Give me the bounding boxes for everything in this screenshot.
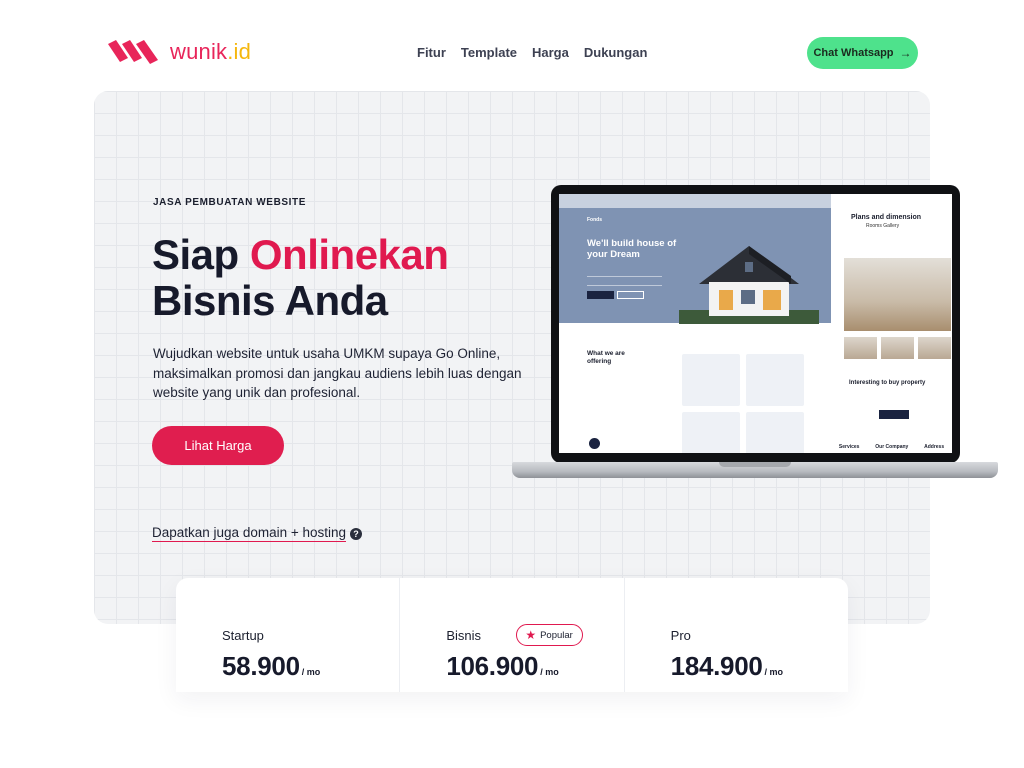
arrow-right-icon: → bbox=[899, 46, 912, 60]
mock-card bbox=[682, 412, 740, 453]
main-nav: Fitur Template Harga Dukungan bbox=[417, 45, 647, 60]
plan-name: Startup bbox=[222, 628, 264, 643]
mock-offer-title: What we are offering bbox=[587, 350, 625, 365]
headline-line2: Bisnis Anda bbox=[152, 277, 388, 324]
mock-thumb bbox=[918, 337, 951, 359]
mock-feature-cards bbox=[682, 354, 804, 453]
mock-interest-button bbox=[879, 410, 909, 419]
mock-headline: We'll build house of your Dream bbox=[587, 238, 677, 260]
plan-price: 106.900/ mo bbox=[446, 651, 558, 682]
hero-kicker: JASA PEMBUATAN WEBSITE bbox=[153, 197, 307, 208]
star-icon: ★ bbox=[525, 628, 537, 642]
plan-name: Bisnis bbox=[446, 628, 482, 643]
wunik-logo-icon bbox=[108, 40, 158, 64]
mock-footer-address: Address bbox=[924, 444, 945, 450]
brand-logo[interactable]: wunik.id bbox=[106, 38, 251, 66]
domain-hosting-link[interactable]: Dapatkan juga domain + hosting ? bbox=[152, 525, 363, 542]
brand-tld: .id bbox=[227, 39, 252, 64]
mock-plans-title: Plans and dimension bbox=[851, 214, 922, 221]
plan-price-value: 106.900 bbox=[446, 651, 539, 681]
mock-logo: Fonds bbox=[587, 217, 602, 223]
headline-part1: Siap bbox=[152, 231, 250, 278]
question-icon[interactable]: ? bbox=[350, 527, 363, 540]
plan-price-period: / mo bbox=[540, 667, 559, 677]
lihat-harga-button[interactable]: Lihat Harga bbox=[152, 426, 284, 465]
plan-price-value: 184.900 bbox=[670, 651, 763, 681]
mock-room-photo bbox=[844, 258, 951, 331]
mock-footer-services: Services bbox=[838, 444, 860, 450]
mock-card bbox=[746, 412, 804, 453]
mock-button-secondary bbox=[617, 291, 644, 299]
hero-headline: Siap Onlinekan Bisnis Anda bbox=[152, 231, 449, 324]
popular-badge-label: Popular bbox=[540, 629, 573, 641]
nav-dukungan[interactable]: Dukungan bbox=[584, 45, 648, 60]
nav-fitur[interactable]: Fitur bbox=[417, 45, 446, 60]
laptop-screen: Fonds We'll build house of your Dream Wh… bbox=[559, 194, 952, 453]
laptop-mockup: Fonds We'll build house of your Dream Wh… bbox=[512, 185, 998, 482]
plan-startup[interactable]: Startup 58.900/ mo bbox=[176, 578, 401, 692]
plan-price-period: / mo bbox=[301, 667, 321, 677]
plan-name: Pro bbox=[670, 628, 691, 643]
house-illustration bbox=[679, 246, 819, 324]
mock-card bbox=[682, 354, 740, 406]
mock-plans-sub: Rooms Gallery bbox=[866, 223, 900, 229]
chat-whatsapp-button[interactable]: Chat Whatsapp → bbox=[807, 37, 918, 69]
mock-thumbnails bbox=[844, 337, 951, 359]
plan-pro[interactable]: Pro 184.900/ mo bbox=[625, 578, 848, 692]
chat-whatsapp-label: Chat Whatsapp bbox=[813, 47, 894, 59]
landing-page: wunik.id Fitur Template Harga Dukungan C… bbox=[0, 0, 1024, 768]
plan-bisnis[interactable]: Bisnis ★ Popular 106.900/ mo bbox=[400, 578, 625, 692]
brand-name: wunik.id bbox=[170, 39, 251, 65]
plan-price-value: 58.900 bbox=[222, 651, 300, 681]
mock-footer-company: Our Company bbox=[875, 444, 909, 450]
popular-badge: ★ Popular bbox=[516, 624, 583, 646]
hero-description: Wujudkan website untuk usaha UMKM supaya… bbox=[153, 346, 522, 400]
nav-template[interactable]: Template bbox=[461, 45, 517, 60]
nav-harga[interactable]: Harga bbox=[532, 45, 569, 60]
pricing-cards: Startup 58.900/ mo Bisnis ★ Popular 106.… bbox=[176, 578, 848, 692]
mock-interest-title: Interesting to buy property bbox=[849, 380, 926, 386]
mock-thumb bbox=[844, 337, 877, 359]
laptop-notch bbox=[719, 462, 791, 467]
brand-name-text: wunik bbox=[170, 39, 228, 64]
headline-accent: Onlinekan bbox=[249, 231, 449, 278]
domain-hosting-text: Dapatkan juga domain + hosting bbox=[152, 525, 347, 542]
plan-price: 58.900/ mo bbox=[222, 651, 320, 682]
plan-price-period: / mo bbox=[764, 667, 784, 677]
mock-card bbox=[746, 354, 804, 406]
mock-footer: Services Our Company Address bbox=[831, 444, 952, 453]
mock-button-primary bbox=[587, 291, 614, 299]
mock-subtext bbox=[587, 276, 662, 286]
mock-thumb bbox=[881, 337, 914, 359]
mock-arrow-icon bbox=[589, 438, 600, 449]
plan-price: 184.900/ mo bbox=[671, 651, 783, 682]
